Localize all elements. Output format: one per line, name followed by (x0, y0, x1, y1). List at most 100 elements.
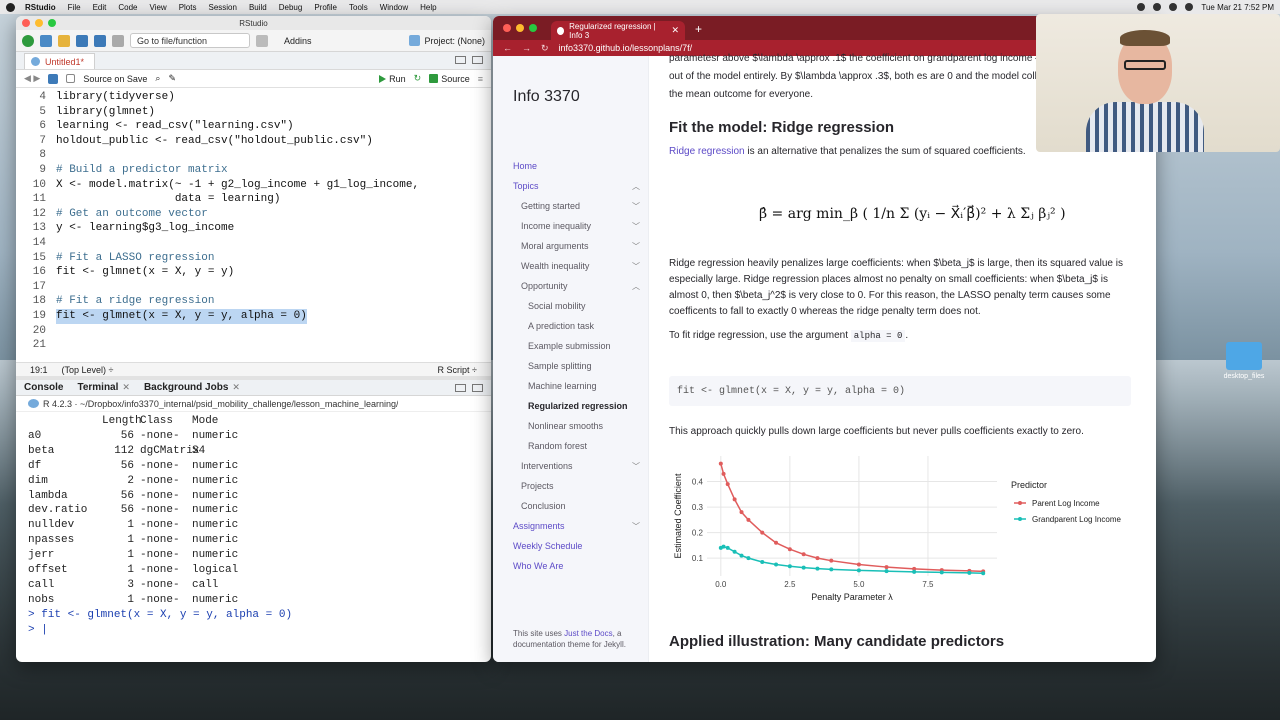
sidebar-item-random-forest[interactable]: Random forest (493, 436, 648, 456)
tab-terminal[interactable]: Terminal ✕ (77, 382, 129, 393)
sidebar-item-opportunity[interactable]: Opportunity ︿ (493, 276, 648, 296)
search-icon[interactable] (1185, 3, 1194, 11)
save-icon[interactable] (76, 34, 88, 47)
zoom-window-button[interactable] (529, 24, 537, 32)
chevron-down-icon[interactable]: ﹀ (632, 201, 640, 212)
sidebar-item-getting-started[interactable]: Getting started ﹀ (493, 196, 648, 216)
minimize-pane-icon[interactable] (455, 384, 466, 392)
sidebar-item-home[interactable]: Home (493, 156, 648, 176)
editor-tab[interactable]: Untitled1* (24, 53, 96, 69)
apple-icon[interactable] (6, 2, 15, 12)
sidebar-item-assignments[interactable]: Assignments ﹀ (493, 516, 648, 536)
open-file-icon[interactable] (58, 34, 70, 47)
scope-selector[interactable]: (Top Level) ÷ (62, 365, 114, 375)
status-icon[interactable] (1137, 3, 1146, 11)
sidebar-item-income-inequality[interactable]: Income inequality ﹀ (493, 216, 648, 236)
sidebar-item-weekly-schedule[interactable]: Weekly Schedule (493, 536, 648, 556)
source-on-save-checkbox[interactable] (66, 74, 76, 83)
save-icon[interactable] (48, 73, 59, 84)
close-tab-icon[interactable]: ✕ (671, 25, 679, 36)
console-prompt[interactable]: > | (28, 623, 483, 638)
desktop-folder[interactable]: desktop_files (1214, 342, 1274, 380)
back-icon[interactable]: ◀ ▶ (24, 73, 40, 84)
outline-icon[interactable]: ≡ (478, 74, 483, 84)
addins-menu[interactable]: Addins (284, 36, 312, 46)
code-line[interactable]: 15 # Fit a LASSO regression (16, 251, 491, 266)
sidebar-item-projects[interactable]: Projects (493, 476, 648, 496)
menu-item[interactable]: Code (118, 3, 137, 12)
status-icon[interactable] (1153, 3, 1162, 11)
menu-item[interactable]: Session (208, 3, 236, 12)
code-editor[interactable]: 4 library(tidyverse) 5 library(glmnet) 6 lear… (16, 88, 491, 362)
reload-icon[interactable]: ↻ (541, 43, 549, 54)
site-title[interactable]: Info 3370 (493, 56, 648, 156)
code-line[interactable]: 5 library(glmnet) (16, 105, 491, 120)
working-directory[interactable]: R 4.2.3 · ~/Dropbox/info3370_internal/ps… (43, 399, 398, 409)
project-menu[interactable]: Project: (None) (424, 36, 485, 46)
code-line[interactable]: 12 # Get an outcome vector (16, 207, 491, 222)
menu-item[interactable]: Build (249, 3, 267, 12)
menu-item[interactable]: RStudio (25, 3, 56, 12)
close-window-button[interactable] (503, 24, 511, 32)
source-button[interactable]: Source (429, 74, 470, 84)
code-line[interactable]: 7 holdout_public <- read_csv("holdout_pub… (16, 134, 491, 149)
chevron-down-icon[interactable]: ﹀ (632, 461, 640, 472)
new-tab-icon[interactable]: + (695, 22, 702, 36)
forward-icon[interactable]: → (522, 43, 531, 53)
just-the-docs-link[interactable]: Just the Docs (564, 629, 612, 638)
close-icon[interactable]: ✕ (122, 382, 130, 393)
code-line[interactable]: 20 (16, 324, 491, 339)
sidebar-item-example-submission[interactable]: Example submission (493, 336, 648, 356)
code-line[interactable]: 10 X <- model.matrix(~ -1 + g2_log_income… (16, 178, 491, 193)
file-type-selector[interactable]: R Script ÷ (438, 365, 477, 375)
chevron-up-icon[interactable]: ︿ (632, 181, 640, 192)
tab-background-jobs[interactable]: Background Jobs ✕ (144, 382, 240, 393)
sidebar-item-nonlinear-smooths[interactable]: Nonlinear smooths (493, 416, 648, 436)
minimize-pane-icon[interactable] (455, 56, 466, 64)
code-line[interactable]: 18 # Fit a ridge regression (16, 294, 491, 309)
print-icon[interactable] (112, 34, 124, 47)
code-line[interactable]: 6 learning <- read_csv("learning.csv") (16, 119, 491, 134)
chevron-down-icon[interactable]: ﹀ (632, 521, 640, 532)
code-line[interactable]: 13 y <- learning$g3_log_income (16, 221, 491, 236)
code-line[interactable]: 16 fit <- glmnet(x = X, y = y) (16, 265, 491, 280)
menu-item[interactable]: Debug (279, 3, 303, 12)
code-line[interactable]: 17 (16, 280, 491, 295)
chevron-down-icon[interactable]: ﹀ (632, 241, 640, 252)
console-output[interactable]: Length Class Mode a0 56 -none-numeric beta 112 d… (16, 412, 491, 638)
menu-item[interactable]: File (68, 3, 81, 12)
menu-item[interactable]: Edit (93, 3, 107, 12)
menu-item[interactable]: Help (420, 3, 436, 12)
browser-tab[interactable]: Regularized regression | Info 3 ✕ (551, 21, 685, 40)
sidebar-item-sample-splitting[interactable]: Sample splitting (493, 356, 648, 376)
back-icon[interactable]: ← (503, 43, 512, 53)
menu-item[interactable]: Profile (314, 3, 337, 12)
code-line[interactable]: 9 # Build a predictor matrix (16, 163, 491, 178)
rerun-icon[interactable]: ↻ (414, 73, 422, 84)
maximize-pane-icon[interactable] (472, 384, 483, 392)
sidebar-item-regularized-regression[interactable]: Regularized regression (493, 396, 648, 416)
code-line[interactable]: 19 fit <- glmnet(x = X, y = y, alpha = 0) (16, 308, 491, 324)
code-line[interactable]: 11 data = learning) (16, 192, 491, 207)
new-project-icon[interactable] (40, 34, 52, 47)
code-line[interactable]: 8 (16, 148, 491, 163)
chevron-up-icon[interactable]: ︿ (632, 281, 640, 292)
maximize-pane-icon[interactable] (472, 56, 483, 64)
sidebar-item-conclusion[interactable]: Conclusion (493, 496, 648, 516)
chevron-down-icon[interactable]: ﹀ (632, 261, 640, 272)
search-icon[interactable]: ⌕ (155, 73, 160, 84)
menu-item[interactable]: Window (380, 3, 408, 12)
chevron-down-icon[interactable]: ﹀ (632, 221, 640, 232)
sidebar-item-moral-arguments[interactable]: Moral arguments ﹀ (493, 236, 648, 256)
sidebar-item-interventions[interactable]: Interventions ﹀ (493, 456, 648, 476)
close-icon[interactable]: ✕ (232, 382, 240, 393)
wifi-icon[interactable] (1169, 3, 1178, 11)
run-button[interactable]: Run (379, 74, 406, 84)
wand-icon[interactable]: ✎ (168, 73, 176, 84)
sidebar-item-who-we-are[interactable]: Who We Are (493, 556, 648, 576)
menu-clock[interactable]: Tue Mar 21 7:52 PM (1201, 3, 1274, 12)
goto-file-input[interactable]: Go to file/function (130, 33, 250, 48)
menu-item[interactable]: Plots (179, 3, 197, 12)
menu-item[interactable]: View (149, 3, 166, 12)
tab-console[interactable]: Console (24, 382, 63, 393)
